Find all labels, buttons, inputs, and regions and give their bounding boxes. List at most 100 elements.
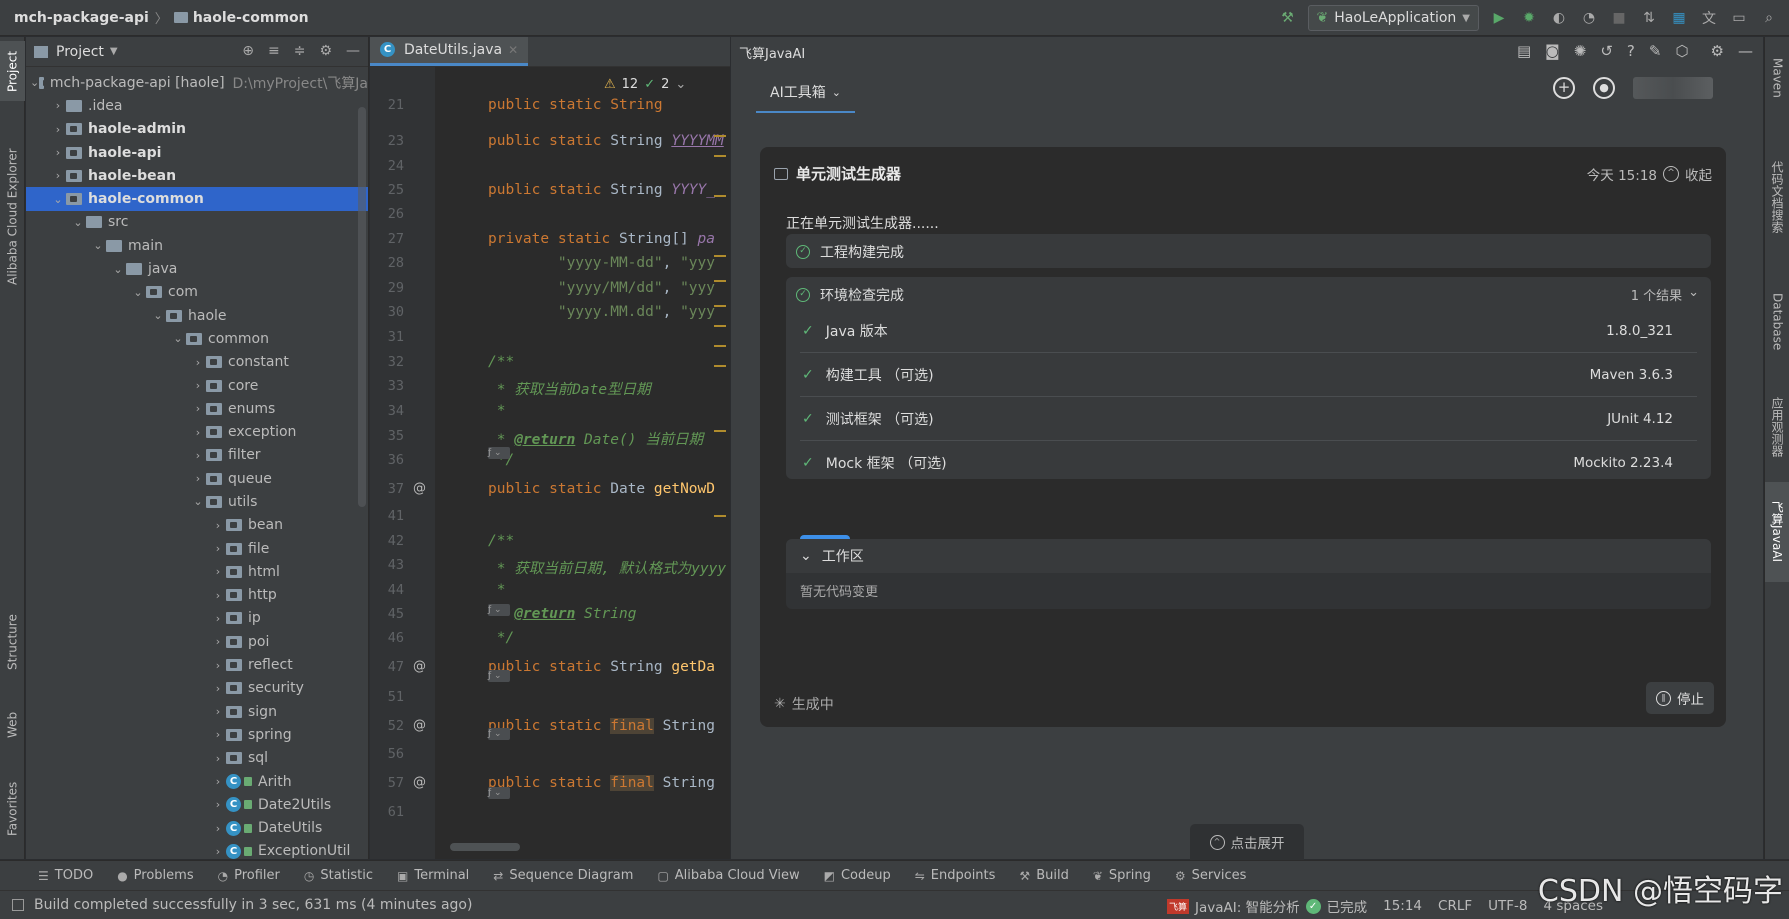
chevron-right-icon[interactable]: › — [210, 752, 226, 765]
error-stripe[interactable] — [714, 95, 728, 795]
chevron-right-icon[interactable]: › — [210, 798, 226, 811]
code-line[interactable]: * 获取当前Date型日期 — [488, 378, 651, 399]
tree-item[interactable]: › ip — [26, 607, 368, 630]
tool-window-sequence-diagram[interactable]: ⇄ Sequence Diagram — [493, 868, 633, 883]
tree-item[interactable]: › enums — [26, 397, 368, 420]
add-icon[interactable]: + — [1553, 77, 1575, 99]
project-structure-icon[interactable]: ▦ — [1669, 8, 1689, 28]
edit-icon[interactable]: ✎ — [1649, 42, 1662, 60]
close-icon[interactable]: ✕ — [508, 43, 518, 57]
document-icon[interactable]: ▤ — [1517, 42, 1531, 60]
caret-position[interactable]: 15:14 — [1383, 898, 1422, 914]
tab-ai-toolbox[interactable]: AI工具箱 ⌄ — [756, 73, 855, 113]
code-line[interactable]: "yyyy.MM.dd", "yyy — [488, 304, 715, 320]
code-line[interactable]: * @return Date() 当前日期 — [488, 428, 703, 449]
chevron-right-icon[interactable]: › — [190, 402, 206, 415]
override-marker-icon[interactable]: @ — [413, 775, 426, 790]
chevron-down-icon[interactable]: ▼ — [110, 46, 118, 57]
chevron-right-icon[interactable]: › — [210, 612, 226, 625]
coverage-icon[interactable]: ◐ — [1549, 8, 1569, 28]
line-separator[interactable]: CRLF — [1438, 898, 1472, 914]
debug-icon[interactable]: ✹ — [1519, 8, 1539, 28]
robot-icon[interactable]: ◙ — [1545, 42, 1560, 60]
tree-item[interactable]: ⌄ mch-package-api [haole] D:\myProject\飞算J… — [26, 71, 368, 94]
code-line[interactable]: * — [488, 582, 506, 598]
code-line[interactable]: public static String — [488, 97, 663, 113]
code-line[interactable]: public static String YYYY_ — [488, 182, 715, 198]
tool-window-spring[interactable]: ❦ Spring — [1093, 868, 1151, 883]
chevron-right-icon[interactable]: › — [190, 472, 206, 485]
override-marker-icon[interactable]: @ — [413, 659, 426, 674]
tool-window-profiler[interactable]: ◔ Profiler — [218, 868, 280, 883]
code-line[interactable]: public static String YYYYMM — [488, 133, 724, 149]
code-line[interactable]: * — [488, 403, 506, 419]
inlay-hint-icon[interactable]: ƒ ⌄ — [488, 670, 510, 682]
shield-icon[interactable]: ⬡ — [1675, 42, 1688, 60]
tool-window-build[interactable]: ⚒ Build — [1019, 868, 1068, 883]
stop-button[interactable]: ∥ 停止 — [1646, 682, 1714, 714]
chevron-down-icon[interactable]: ⌄ — [110, 263, 126, 276]
tree-item[interactable]: › poi — [26, 630, 368, 653]
override-marker-icon[interactable]: @ — [413, 718, 426, 733]
collapse-button[interactable]: 收起 — [1685, 164, 1712, 184]
chevron-down-icon[interactable]: ⌄ — [130, 286, 146, 299]
chevron-right-icon[interactable]: › — [190, 449, 206, 462]
doc-search-tool-tab[interactable]: 代码文档搜索 — [1765, 132, 1789, 262]
tree-item[interactable]: › C Date2Utils — [26, 793, 368, 816]
tree-item[interactable]: ⌄ haole — [26, 304, 368, 327]
status-toggle-icon[interactable] — [12, 899, 24, 911]
help-icon[interactable]: ? — [1627, 42, 1635, 60]
chevron-down-icon[interactable]: ⌄ — [90, 239, 106, 252]
tool-window-services[interactable]: ⚙ Services — [1175, 868, 1247, 883]
stop-icon[interactable]: ■ — [1609, 8, 1629, 28]
vcs-icon[interactable]: ⇅ — [1639, 8, 1659, 28]
inlay-hint-icon[interactable]: ƒ ⌄ — [488, 604, 510, 616]
code-line[interactable]: /** — [488, 533, 514, 549]
web-tool-tab[interactable]: Web — [0, 705, 25, 745]
chevron-right-icon[interactable]: › — [190, 426, 206, 439]
horizontal-scrollbar[interactable] — [450, 843, 520, 851]
tree-item[interactable]: › haole-api — [26, 141, 368, 164]
chevron-down-icon[interactable]: ⌄ — [190, 495, 206, 508]
profile-icon[interactable]: ◔ — [1579, 8, 1599, 28]
tab-dateutils[interactable]: C DateUtils.java ✕ — [370, 37, 529, 66]
code-line[interactable]: "yyyy/MM/dd", "yyy — [488, 280, 715, 296]
build-hammer-icon[interactable]: ⚒ — [1278, 8, 1298, 28]
override-marker-icon[interactable]: @ — [413, 481, 426, 496]
chevron-right-icon[interactable]: › — [50, 123, 66, 136]
chevron-right-icon[interactable]: › — [210, 542, 226, 555]
tree-item[interactable]: › reflect — [26, 653, 368, 676]
tool-window-codeup[interactable]: ◩ Codeup — [824, 868, 891, 883]
feisuan-tool-tab[interactable]: 飞算JavaAI — [1765, 482, 1789, 582]
tree-item[interactable]: › C ExceptionUtil — [26, 840, 368, 859]
tool-window-todo[interactable]: ☰ TODO — [38, 868, 93, 883]
chevron-down-icon[interactable]: ⌄ — [50, 193, 66, 206]
maven-tool-tab[interactable]: Maven — [1765, 43, 1789, 113]
tree-item[interactable]: › exception — [26, 420, 368, 443]
chevron-right-icon[interactable]: › — [210, 589, 226, 602]
project-tool-tab[interactable]: Project — [0, 41, 25, 101]
app-observe-tool-tab[interactable]: 应用观测器 — [1765, 382, 1789, 472]
tree-item[interactable]: ⌄ utils — [26, 490, 368, 513]
tree-item[interactable]: › queue — [26, 467, 368, 490]
tree-item[interactable]: › file — [26, 537, 368, 560]
tool-window-terminal[interactable]: ▣ Terminal — [397, 868, 469, 883]
tree-item[interactable]: › core — [26, 374, 368, 397]
run-icon[interactable]: ▶ — [1489, 8, 1509, 28]
locate-icon[interactable]: ⊕ — [242, 43, 254, 59]
chevron-right-icon[interactable]: › — [210, 682, 226, 695]
tree-item[interactable]: › html — [26, 560, 368, 583]
inlay-hint-icon[interactable]: ƒ ⌄ — [488, 787, 510, 799]
chevron-down-icon[interactable]: ⌄ — [170, 332, 186, 345]
code-line[interactable]: private static String[] pa — [488, 231, 715, 247]
tree-item[interactable]: ⌄ haole-common — [26, 187, 368, 211]
chevron-down-icon[interactable]: ⌄ — [150, 309, 166, 322]
alibaba-cloud-explorer-tab[interactable]: Alibaba Cloud Explorer — [0, 132, 25, 302]
chevron-right-icon[interactable]: › — [210, 565, 226, 578]
tree-item[interactable]: › security — [26, 677, 368, 700]
gear-icon[interactable]: ⚙ — [1711, 42, 1724, 60]
code-line[interactable]: /** — [488, 354, 514, 370]
code-line[interactable]: */ — [488, 630, 514, 646]
chevron-right-icon[interactable]: › — [210, 775, 226, 788]
hide-icon[interactable]: — — [1738, 42, 1753, 60]
